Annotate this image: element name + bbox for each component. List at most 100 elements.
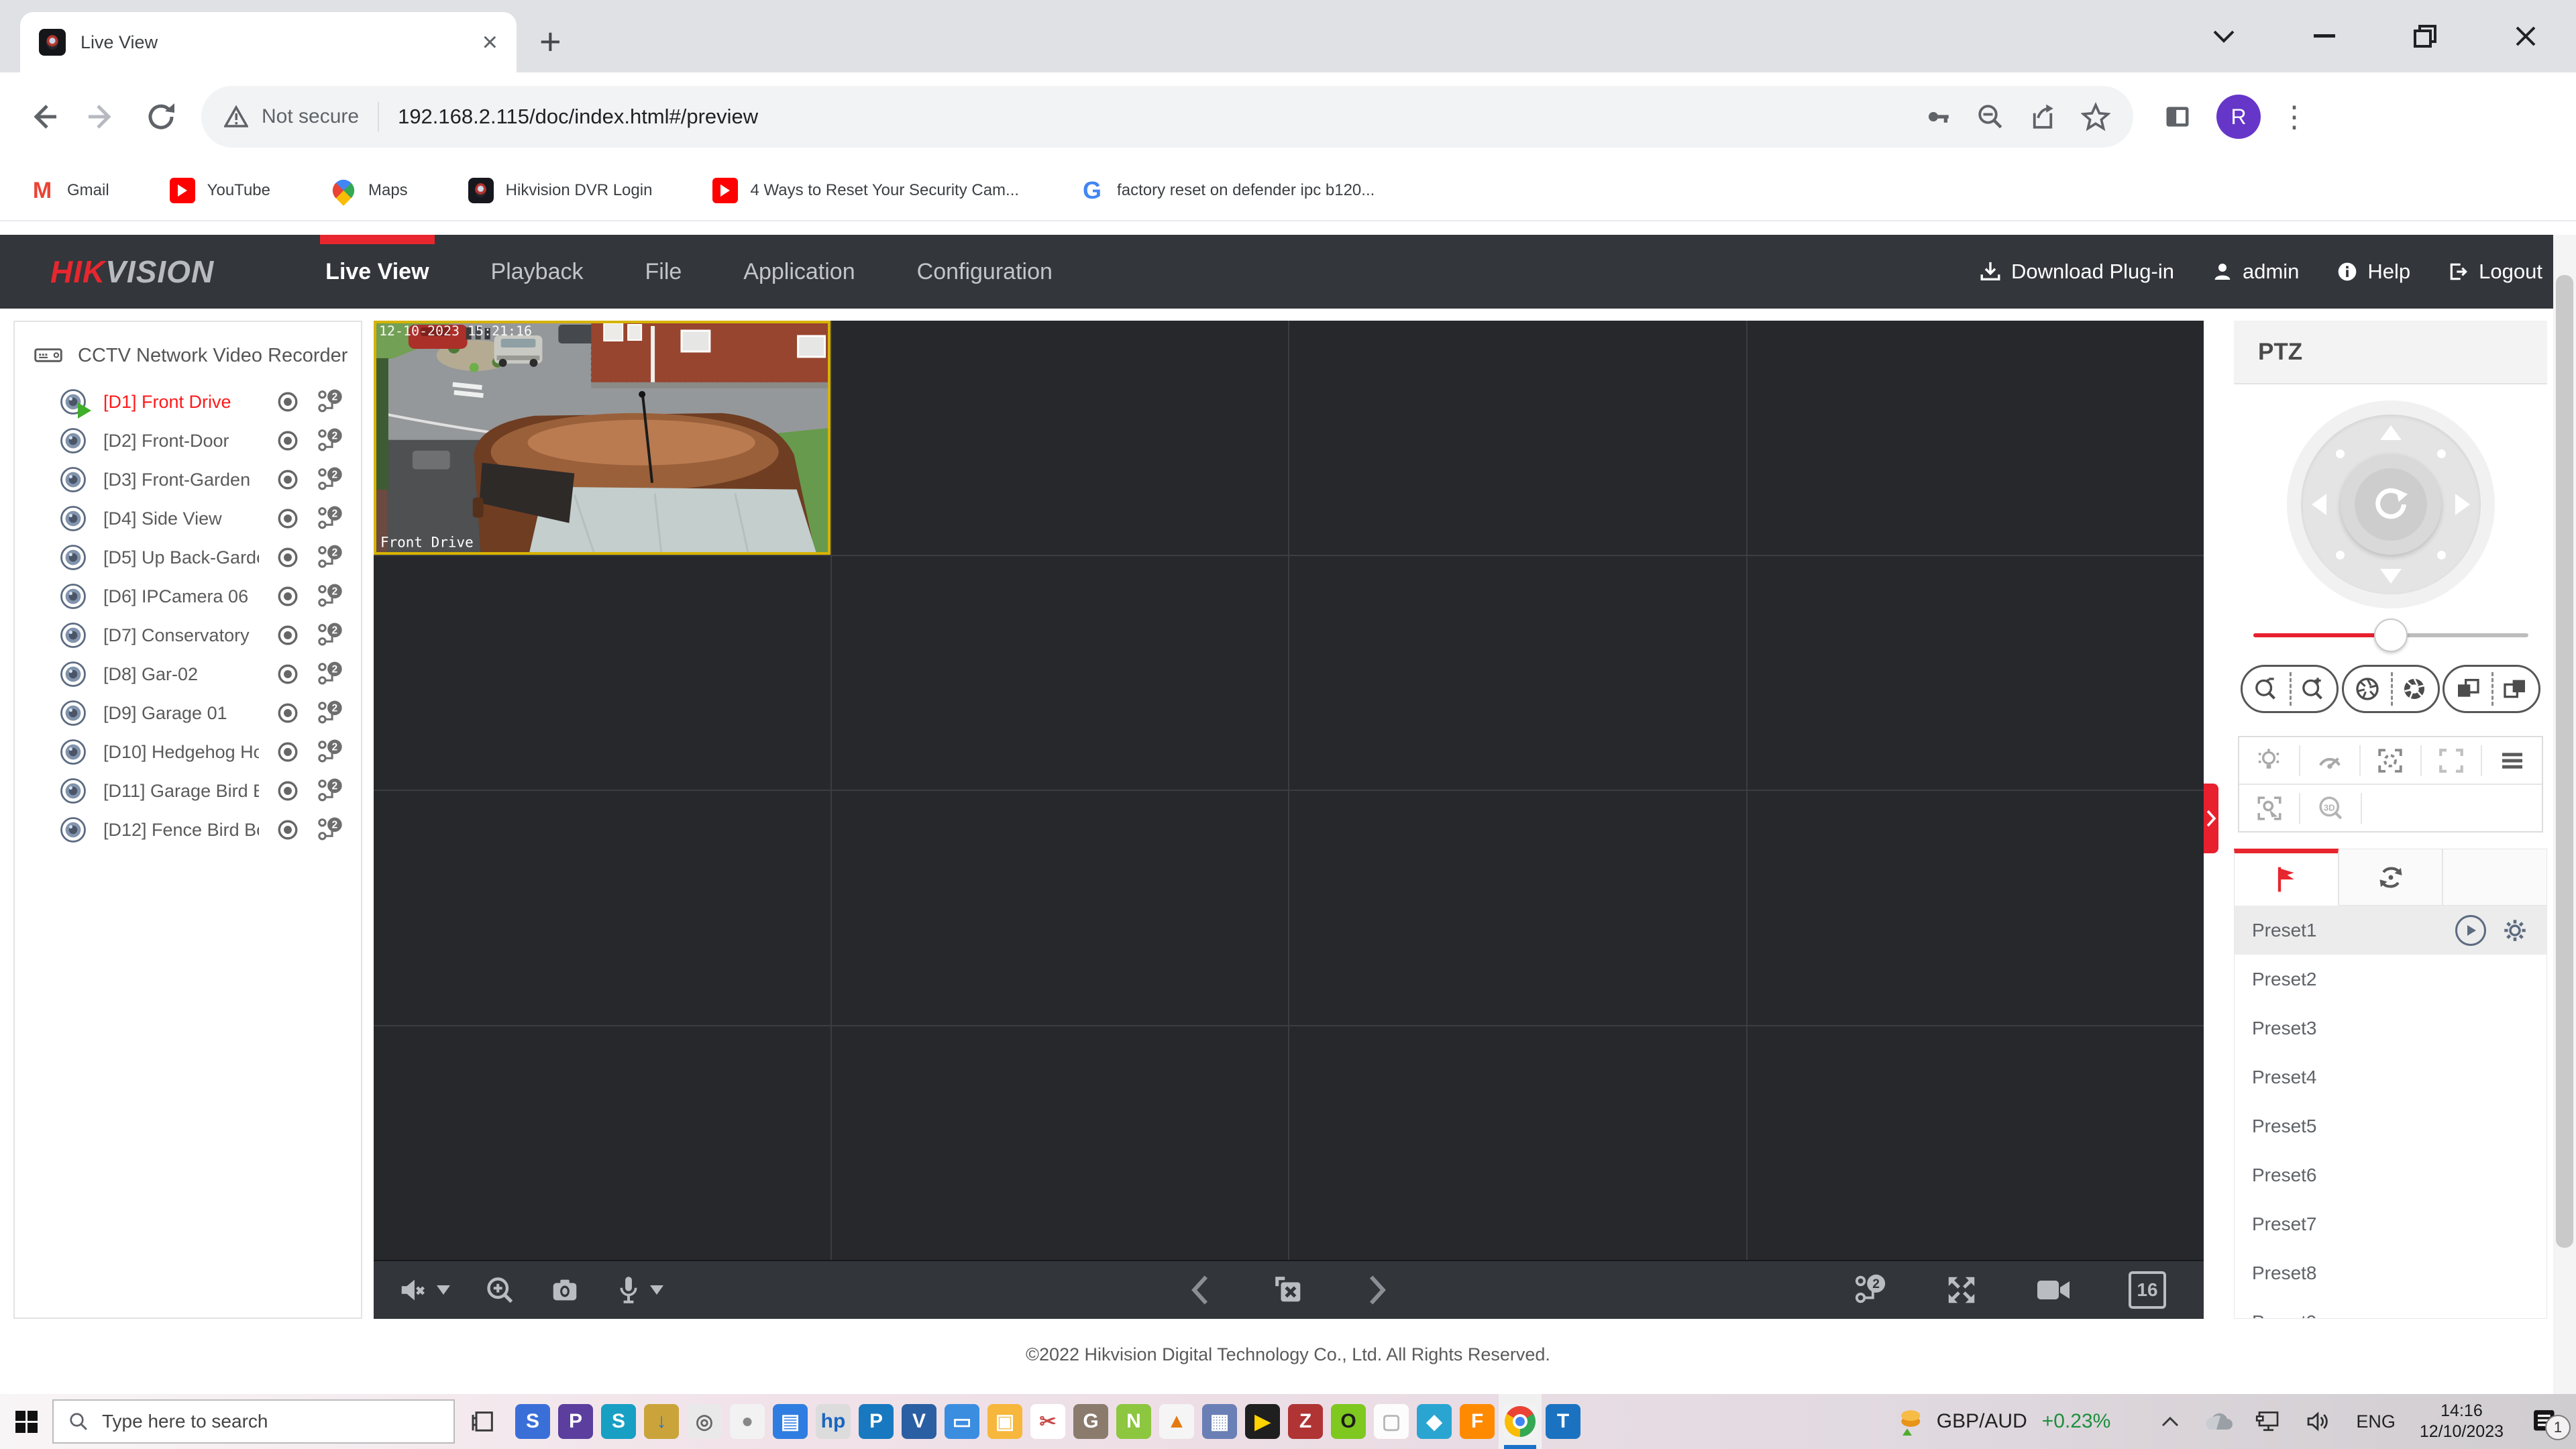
- currency-ticker[interactable]: GBP/AUD +0.23%: [1898, 1406, 2110, 1437]
- device-node[interactable]: CCTV Network Video Recorder: [34, 331, 361, 380]
- video-window-empty[interactable]: [831, 791, 1288, 1025]
- preset-item[interactable]: Preset3: [2235, 1004, 2546, 1053]
- camera-tree-item[interactable]: [D7] Conservatory 2: [15, 616, 361, 655]
- camera-tree-item[interactable]: [D9] Garage 01 2: [15, 694, 361, 733]
- camera-tree-item[interactable]: [D4] Side View 2: [15, 499, 361, 538]
- ptz-direction-ring[interactable]: [2300, 415, 2481, 594]
- tab-pattern[interactable]: [2443, 849, 2548, 906]
- stream-type-icon[interactable]: 2: [317, 622, 343, 649]
- mute-audio-button[interactable]: [398, 1275, 450, 1305]
- video-window-empty[interactable]: [1289, 555, 1746, 790]
- slider-thumb[interactable]: [2373, 619, 2408, 652]
- preset-item[interactable]: Preset4: [2235, 1053, 2546, 1102]
- taskbar-app-thunderbird[interactable]: T: [1542, 1394, 1585, 1449]
- taskbar-app-printer-utility[interactable]: P: [855, 1394, 898, 1449]
- taskbar-search-input[interactable]: Type here to search: [52, 1399, 455, 1444]
- stream-type-icon[interactable]: 2: [317, 583, 343, 610]
- tab-file[interactable]: File: [614, 235, 713, 309]
- taskbar-app-notepad-plus[interactable]: N: [1112, 1394, 1155, 1449]
- network-icon[interactable]: [2255, 1409, 2284, 1434]
- preset-item[interactable]: Preset9: [2235, 1297, 2546, 1319]
- video-window-empty[interactable]: [1747, 321, 2204, 555]
- preset-item[interactable]: Preset1: [2235, 906, 2546, 955]
- ptz-speed-slider[interactable]: [2253, 619, 2528, 652]
- manual-tracking-button[interactable]: [2239, 792, 2301, 824]
- prev-page-button[interactable]: [1190, 1275, 1210, 1305]
- stream-type-icon[interactable]: 2: [317, 739, 343, 765]
- taskbar-app-text-document[interactable]: ▢: [1370, 1394, 1413, 1449]
- zoom-in-icon[interactable]: [2300, 676, 2326, 702]
- tray-expand-caret-icon[interactable]: [2160, 1415, 2180, 1428]
- record-toggle-icon[interactable]: [276, 741, 299, 763]
- taskbar-app-google-chrome[interactable]: [1499, 1394, 1542, 1449]
- taskbar-app-webcam-tool[interactable]: ●: [726, 1394, 769, 1449]
- tab-application[interactable]: Application: [712, 235, 885, 309]
- browser-menu-icon[interactable]: ⋮: [2279, 100, 2309, 134]
- profile-avatar[interactable]: R: [2216, 95, 2261, 139]
- iris-open-icon[interactable]: [2401, 676, 2428, 702]
- ptz-down-left-button[interactable]: [2335, 551, 2345, 559]
- camera-tree-item[interactable]: [D5] Up Back-Garden 2: [15, 538, 361, 577]
- url-text[interactable]: 192.168.2.115/doc/index.html#/preview: [398, 105, 1900, 129]
- restore-button[interactable]: [2375, 0, 2475, 72]
- camera-tree-item[interactable]: [D10] Hedgehog House 2: [15, 733, 361, 771]
- tab-live-view[interactable]: Live View: [294, 235, 460, 309]
- audio-dropdown-caret-icon[interactable]: [437, 1285, 450, 1295]
- ptz-down-button[interactable]: [2379, 569, 2402, 584]
- taskbar-app-smplayer[interactable]: ▶: [1241, 1394, 1284, 1449]
- back-button[interactable]: [27, 101, 59, 133]
- taskbar-app-kodi[interactable]: ◆: [1413, 1394, 1456, 1449]
- stop-all-live-view-button[interactable]: [1272, 1273, 1305, 1307]
- taskbar-app-firefox[interactable]: F: [1456, 1394, 1499, 1449]
- menu-button[interactable]: [2482, 745, 2542, 776]
- stream-type-icon[interactable]: 2: [317, 427, 343, 454]
- record-toggle-icon[interactable]: [276, 429, 299, 452]
- video-window-empty[interactable]: [831, 1026, 1288, 1260]
- ptz-down-right-button[interactable]: [2436, 551, 2446, 559]
- stream-type-icon[interactable]: 2: [317, 505, 343, 532]
- taskbar-app-vlc[interactable]: ▲: [1155, 1394, 1198, 1449]
- browser-tab[interactable]: Live View ×: [20, 12, 517, 72]
- record-toggle-icon[interactable]: [276, 818, 299, 841]
- tab-patrol[interactable]: [2338, 849, 2443, 906]
- stream-type-icon[interactable]: 2: [317, 661, 343, 688]
- camera-tree-item[interactable]: [D3] Front-Garden 2: [15, 460, 361, 499]
- stream-type-icon[interactable]: 2: [317, 816, 343, 843]
- bookmark-youtube[interactable]: YouTube: [169, 178, 270, 203]
- taskbar-app-sadp-tool[interactable]: S: [511, 1394, 554, 1449]
- zoom-out-icon[interactable]: [2253, 676, 2279, 702]
- record-button[interactable]: [2036, 1276, 2071, 1304]
- focus-near-icon[interactable]: [2502, 676, 2528, 702]
- video-window-empty[interactable]: [831, 555, 1288, 790]
- ptz-up-button[interactable]: [2379, 425, 2402, 440]
- taskbar-app-file-explorer[interactable]: ▣: [983, 1394, 1026, 1449]
- reload-button[interactable]: [145, 101, 177, 133]
- tab-configuration[interactable]: Configuration: [886, 235, 1083, 309]
- video-window-empty[interactable]: [1289, 791, 1746, 1025]
- record-toggle-icon[interactable]: [276, 468, 299, 491]
- logout-button[interactable]: Logout: [2448, 260, 2542, 284]
- ptz-collapse-tab[interactable]: [2204, 784, 2218, 853]
- preset-item[interactable]: Preset7: [2235, 1199, 2546, 1248]
- record-toggle-icon[interactable]: [276, 390, 299, 413]
- zoom-page-icon[interactable]: [1976, 103, 2004, 131]
- tab-presets[interactable]: [2234, 849, 2339, 906]
- two-way-audio-button[interactable]: [615, 1275, 663, 1305]
- lens-initialization-button[interactable]: [2422, 745, 2483, 776]
- user-admin-button[interactable]: admin: [2212, 260, 2299, 284]
- volume-icon[interactable]: [2306, 1409, 2333, 1434]
- taskbar-app-doc-scanner[interactable]: ▤: [769, 1394, 812, 1449]
- tab-close-icon[interactable]: ×: [482, 29, 498, 56]
- download-plugin-button[interactable]: Download Plug-in: [1979, 260, 2174, 284]
- window-division-button[interactable]: 16: [2129, 1271, 2166, 1309]
- taskbar-app-virtualbox[interactable]: V: [898, 1394, 941, 1449]
- stream-type-button[interactable]: 2: [1854, 1273, 1887, 1307]
- record-toggle-icon[interactable]: [276, 585, 299, 608]
- camera-tree-item[interactable]: [D8] Gar-02 2: [15, 655, 361, 694]
- address-bar[interactable]: Not secure 192.168.2.115/doc/index.html#…: [201, 86, 2133, 148]
- mic-dropdown-caret-icon[interactable]: [650, 1285, 663, 1295]
- stream-type-icon[interactable]: 2: [317, 388, 343, 415]
- taskbar-app-snipping-tool[interactable]: ✂: [1026, 1394, 1069, 1449]
- camera-tree-item[interactable]: [D6] IPCamera 06 2: [15, 577, 361, 616]
- next-page-button[interactable]: [1367, 1275, 1387, 1305]
